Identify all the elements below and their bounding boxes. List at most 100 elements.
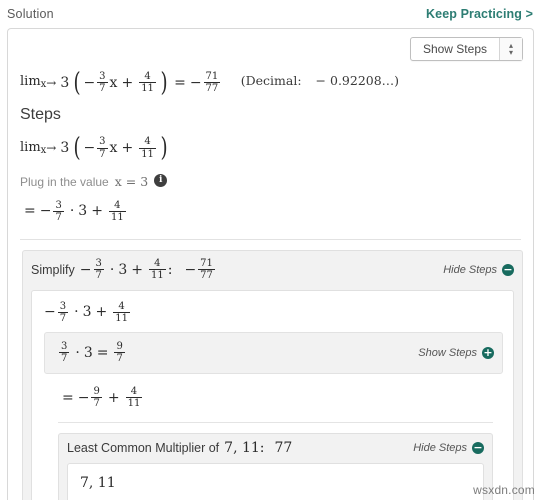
inner-term-fraction: 4 11 xyxy=(113,300,130,324)
main-equation-row: limx → 3 ( − 3 7 x + 4 11 ) = − 71 77 (D… xyxy=(8,61,533,98)
plus-circle-icon: + xyxy=(482,346,494,360)
simplify-result-fraction: 71 77 xyxy=(198,258,215,282)
coefficient-fraction-2: 3 7 xyxy=(97,136,108,160)
next-sign: − xyxy=(77,389,90,406)
keep-practicing-link[interactable]: Keep Practicing > xyxy=(426,7,533,21)
decimal-value: − 0.92208…) xyxy=(315,73,400,89)
substep-show-steps-toggle[interactable]: Show Steps + xyxy=(418,346,494,360)
lim-operator-2: limx xyxy=(20,139,47,156)
info-icon[interactable]: i xyxy=(154,173,168,187)
lcm-inner-box: 7, 11 xyxy=(67,462,484,500)
select-row: Show Steps ▴ ▾ xyxy=(8,29,533,61)
simplify-plus: + xyxy=(131,261,143,278)
plus-operator: + xyxy=(121,74,134,91)
show-steps-select-value: Show Steps xyxy=(422,42,487,56)
inner-sign: − xyxy=(44,304,56,321)
simplify-colon: : xyxy=(167,261,173,278)
plug-sign: − xyxy=(39,203,52,220)
simplify-result-sign: − xyxy=(184,261,197,278)
limit-approach-value: 3 xyxy=(60,74,70,91)
plug-result-row: = − 3 7 · 3 + 4 11 xyxy=(8,190,533,227)
stepper-arrows-icon[interactable]: ▴ ▾ xyxy=(499,38,522,60)
inner-divider xyxy=(58,421,493,423)
result-sign: − xyxy=(189,74,202,91)
plug-value: 3 xyxy=(78,203,88,220)
next-fraction: 9 7 xyxy=(91,386,102,410)
close-paren: ) xyxy=(160,67,168,98)
plug-in-value-row: Plug in the value x = 3 i xyxy=(8,164,533,190)
plug-fraction: 3 7 xyxy=(53,199,64,223)
simplify-toggle-label: Hide Steps xyxy=(443,263,497,276)
show-steps-select[interactable]: Show Steps ▴ ▾ xyxy=(409,37,523,61)
next-equals: = xyxy=(62,389,74,406)
lcm-colon: : xyxy=(259,439,265,456)
steps-equation-row: limx → 3 ( − 3 7 x + 4 11 ) xyxy=(8,126,533,163)
variable-2: x xyxy=(109,140,118,157)
simplify-hide-steps-toggle[interactable]: Hide Steps − xyxy=(443,263,514,277)
solution-panel: Show Steps ▴ ▾ limx → 3 ( − 3 7 x + 4 11… xyxy=(7,28,534,500)
plug-in-value-label: Plug in the value xyxy=(20,174,109,189)
open-paren-2: ( xyxy=(73,132,81,163)
minus-circle-icon: − xyxy=(502,263,514,277)
lim-operator: limx xyxy=(20,74,47,91)
page-title: Solution xyxy=(7,7,54,21)
lcm-card: Least Common Multiplier of 7, 11 : 77 Hi… xyxy=(58,432,493,500)
steps-heading: Steps xyxy=(20,106,61,124)
inner-fraction: 3 7 xyxy=(57,300,69,324)
inner-plus: + xyxy=(95,304,108,321)
simplify-value: 3 xyxy=(118,261,128,278)
term-fraction-2: 4 11 xyxy=(139,136,156,160)
main-equation: limx → 3 ( − 3 7 x + 4 11 ) = − 71 77 xyxy=(20,67,222,98)
substep-value: 3 xyxy=(83,344,93,361)
coefficient-sign-2: − xyxy=(83,140,96,157)
inner-value: 3 xyxy=(82,304,92,321)
minus-circle-icon-lcm: − xyxy=(472,441,484,455)
simplify-dot: · xyxy=(109,261,115,278)
substep-equals: = xyxy=(96,344,109,361)
open-paren: ( xyxy=(73,67,81,98)
simplify-inner-box: − 3 7 · 3 + 4 11 3 7 · 3 = 9 7 Show Step… xyxy=(31,289,514,500)
decimal-readout: (Decimal: − 0.92208…) xyxy=(241,73,399,88)
stepper-down-icon: ▾ xyxy=(508,48,513,57)
top-bar: Solution Keep Practicing > xyxy=(0,0,541,28)
substep-dot: · xyxy=(75,344,80,361)
plug-in-value-math: x = 3 xyxy=(114,174,149,190)
lcm-toggle-label: Hide Steps xyxy=(413,441,467,454)
simplify-card-title: Simplify − 3 7 · 3 + 4 11 : − 71 77 xyxy=(31,258,217,281)
limit-approach-value-2: 3 xyxy=(60,140,70,157)
lcm-card-title: Least Common Multiplier of 7, 11 : 77 xyxy=(67,441,292,455)
plug-result-equation: = − 3 7 · 3 + 4 11 xyxy=(20,200,128,223)
simplify-card-header: Simplify − 3 7 · 3 + 4 11 : − 71 77 Hide… xyxy=(31,258,514,281)
decimal-label: (Decimal: xyxy=(240,73,302,89)
simplify-next-line: = − 9 7 + 4 11 xyxy=(58,386,144,409)
coefficient-fraction: 3 7 xyxy=(97,71,108,95)
next-term-fraction: 4 11 xyxy=(125,386,143,410)
inner-dot: · xyxy=(74,304,79,321)
lcm-inner-value: 7, 11 xyxy=(80,474,116,491)
close-paren-2: ) xyxy=(160,132,168,163)
plug-term-fraction: 4 11 xyxy=(108,199,126,223)
plus-op-plug: + xyxy=(91,203,103,220)
coefficient-sign: − xyxy=(83,74,96,91)
simplify-fraction: 3 7 xyxy=(93,258,104,282)
simplify-term-fraction: 4 11 xyxy=(148,258,166,282)
steps-equation: limx → 3 ( − 3 7 x + 4 11 ) xyxy=(20,132,170,163)
substep-card: 3 7 · 3 = 9 7 Show Steps + xyxy=(44,331,503,375)
substep-expression: 3 7 · 3 = 9 7 xyxy=(57,341,127,364)
substep-fraction: 3 7 xyxy=(59,340,70,365)
simplify-card: Simplify − 3 7 · 3 + 4 11 : − 71 77 Hide… xyxy=(22,250,523,500)
equals-operator: = xyxy=(174,74,186,91)
substep-result-fraction: 9 7 xyxy=(114,340,125,365)
lcm-hide-steps-toggle[interactable]: Hide Steps − xyxy=(413,441,484,455)
result-fraction: 71 77 xyxy=(203,71,221,95)
limit-arrow-icon-2: → xyxy=(46,141,57,156)
substep-toggle-label: Show Steps xyxy=(418,346,477,359)
lcm-args: 7, 11 xyxy=(224,439,260,456)
simplify-next-line-row: = − 9 7 + 4 11 xyxy=(44,374,503,409)
plus-operator-2: + xyxy=(121,140,134,157)
term-fraction: 4 11 xyxy=(139,71,156,95)
equals-op-plug: = xyxy=(24,203,36,220)
simplify-sign: − xyxy=(79,261,92,278)
lcm-result: 77 xyxy=(274,439,293,456)
simplify-expression: − 3 7 · 3 + 4 11 : − 71 77 xyxy=(80,258,217,281)
